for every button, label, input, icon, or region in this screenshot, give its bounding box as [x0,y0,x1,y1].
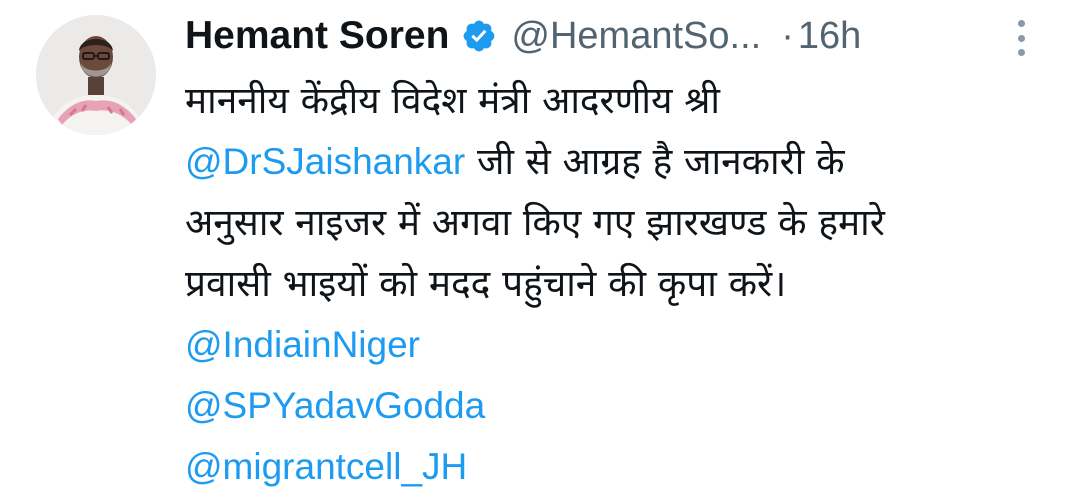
more-dot [1017,34,1025,42]
more-dot [1017,49,1025,56]
mention-link[interactable]: @SPYadavGodda [185,375,1045,436]
author-name[interactable]: Hemant Soren [185,14,449,58]
tweet-text-segment: जी से आग्रह है जानकारी के [465,140,845,183]
more-options-icon[interactable] [1006,16,1036,60]
tweet-text-line: अनुसार नाइजर में अगवा किए गए झारखण्ड के … [185,201,885,244]
tweet-text: माननीय केंद्रीय विदेश मंत्री आदरणीय श्री… [185,70,1045,497]
more-dot [1017,20,1025,27]
verified-badge-icon [461,18,497,54]
tweet-header: Hemant Soren @HemantSo... · 16h [185,10,861,62]
tweet-card[interactable]: Hemant Soren @HemantSo... · 16h माननीय क… [0,0,1080,503]
profile-avatar[interactable] [36,15,156,135]
mention-link[interactable]: @IndiainNiger [185,314,1045,375]
tweet-text-line: माननीय केंद्रीय विदेश मंत्री आदरणीय श्री [185,79,720,122]
tweet-text-line: प्रवासी भाइयों को मदद पहुंचाने की कृपा क… [185,262,787,305]
mention-link[interactable]: @DrSJaishankar [185,141,465,182]
mention-link[interactable]: @migrantcell_JH [185,436,1045,497]
author-handle[interactable]: @HemantSo... [511,15,761,58]
tweet-timestamp[interactable]: 16h [798,15,861,58]
tweet-text-line: @DrSJaishankar जी से आग्रह है जानकारी के [185,131,1045,192]
header-separator: · [781,14,794,57]
